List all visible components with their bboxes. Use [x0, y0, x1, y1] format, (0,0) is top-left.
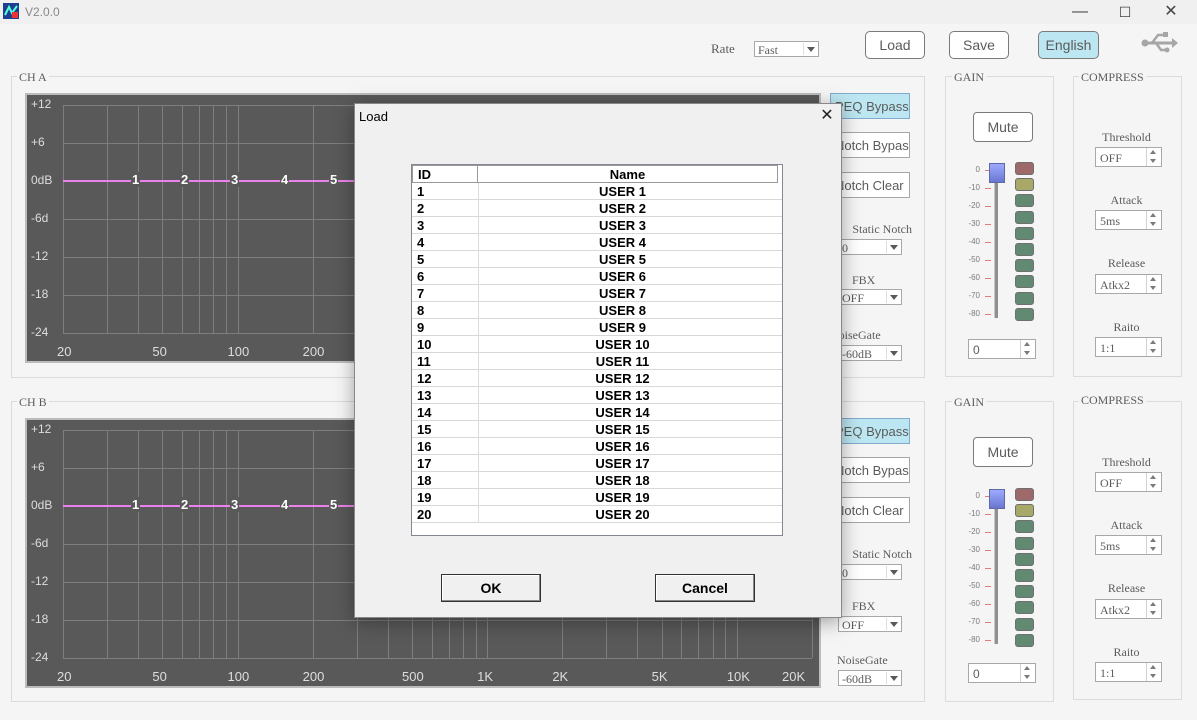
- preset-name: USER 15: [595, 422, 650, 437]
- list-item[interactable]: 18 USER 18: [412, 472, 782, 489]
- preset-id: 17: [417, 456, 432, 471]
- preset-name: USER 13: [595, 388, 650, 403]
- preset-name: USER 9: [599, 320, 646, 335]
- preset-name: USER 19: [595, 490, 650, 505]
- preset-id: 18: [417, 473, 432, 488]
- preset-id: 16: [417, 439, 432, 454]
- preset-id: 19: [417, 490, 432, 505]
- list-item[interactable]: 16 USER 16: [412, 438, 782, 455]
- list-item[interactable]: 11 USER 11: [412, 353, 782, 370]
- preset-name: USER 8: [599, 303, 646, 318]
- preset-id: 12: [417, 371, 432, 386]
- list-item[interactable]: 2 USER 2: [412, 200, 782, 217]
- close-icon[interactable]: ✕: [1161, 2, 1181, 22]
- preset-id: 6: [417, 269, 425, 284]
- list-item[interactable]: 4 USER 4: [412, 234, 782, 251]
- list-item[interactable]: 20 USER 20: [412, 506, 782, 523]
- column-header-id[interactable]: ID: [412, 165, 478, 183]
- preset-id: 1: [417, 184, 425, 199]
- list-item[interactable]: 6 USER 6: [412, 268, 782, 285]
- list-item[interactable]: 13 USER 13: [412, 387, 782, 404]
- ok-button[interactable]: OK: [441, 574, 541, 602]
- dialog-title: Load: [359, 109, 388, 124]
- preset-id: 10: [417, 337, 432, 352]
- preset-name: USER 16: [595, 439, 650, 454]
- preset-id: 15: [417, 422, 432, 437]
- preset-name: USER 5: [599, 252, 646, 267]
- app-logo-icon: [3, 3, 19, 19]
- preset-id: 20: [417, 507, 432, 522]
- preset-name: USER 1: [599, 184, 646, 199]
- cancel-button[interactable]: Cancel: [655, 574, 755, 602]
- preset-list[interactable]: ID Name 1 USER 1 2 USER 2 3 USER 3 4 USER 4 5 USE…: [411, 164, 783, 536]
- preset-name: USER 17: [595, 456, 650, 471]
- preset-name: USER 2: [599, 201, 646, 216]
- preset-name: USER 12: [595, 371, 650, 386]
- list-item[interactable]: 8 USER 8: [412, 302, 782, 319]
- preset-id: 7: [417, 286, 425, 301]
- list-item[interactable]: 9 USER 9: [412, 319, 782, 336]
- maximize-icon[interactable]: ☐: [1115, 2, 1135, 22]
- preset-id: 14: [417, 405, 432, 420]
- preset-name: USER 11: [595, 354, 650, 369]
- preset-name: USER 4: [599, 235, 646, 250]
- preset-name: USER 18: [595, 473, 650, 488]
- list-item[interactable]: 3 USER 3: [412, 217, 782, 234]
- preset-name: USER 7: [599, 286, 646, 301]
- preset-name: USER 6: [599, 269, 646, 284]
- preset-id: 2: [417, 201, 425, 216]
- list-item[interactable]: 1 USER 1: [412, 183, 782, 200]
- preset-id: 8: [417, 303, 425, 318]
- window-title: V2.0.0: [25, 5, 60, 19]
- preset-id: 13: [417, 388, 432, 403]
- preset-id: 11: [417, 354, 431, 369]
- load-dialog: Load ✕ ID Name 1 USER 1 2 USER 2 3 USER 3 4 USE…: [354, 103, 842, 618]
- list-item[interactable]: 14 USER 14: [412, 404, 782, 421]
- preset-name: USER 10: [595, 337, 650, 352]
- minimize-icon[interactable]: —: [1070, 2, 1090, 22]
- preset-id: 3: [417, 218, 425, 233]
- preset-id: 9: [417, 320, 425, 335]
- column-header-name[interactable]: Name: [477, 165, 778, 183]
- preset-name: USER 14: [595, 405, 650, 420]
- close-icon[interactable]: ✕: [817, 106, 837, 126]
- list-item[interactable]: 19 USER 19: [412, 489, 782, 506]
- list-item[interactable]: 10 USER 10: [412, 336, 782, 353]
- preset-name: USER 3: [599, 218, 646, 233]
- list-item[interactable]: 12 USER 12: [412, 370, 782, 387]
- list-item[interactable]: 15 USER 15: [412, 421, 782, 438]
- title-bar: V2.0.0 — ☐ ✕: [0, 0, 1197, 24]
- list-item[interactable]: 5 USER 5: [412, 251, 782, 268]
- preset-id: 4: [417, 235, 425, 250]
- preset-name: USER 20: [595, 507, 650, 522]
- preset-id: 5: [417, 252, 425, 267]
- list-item[interactable]: 17 USER 17: [412, 455, 782, 472]
- list-item[interactable]: 7 USER 7: [412, 285, 782, 302]
